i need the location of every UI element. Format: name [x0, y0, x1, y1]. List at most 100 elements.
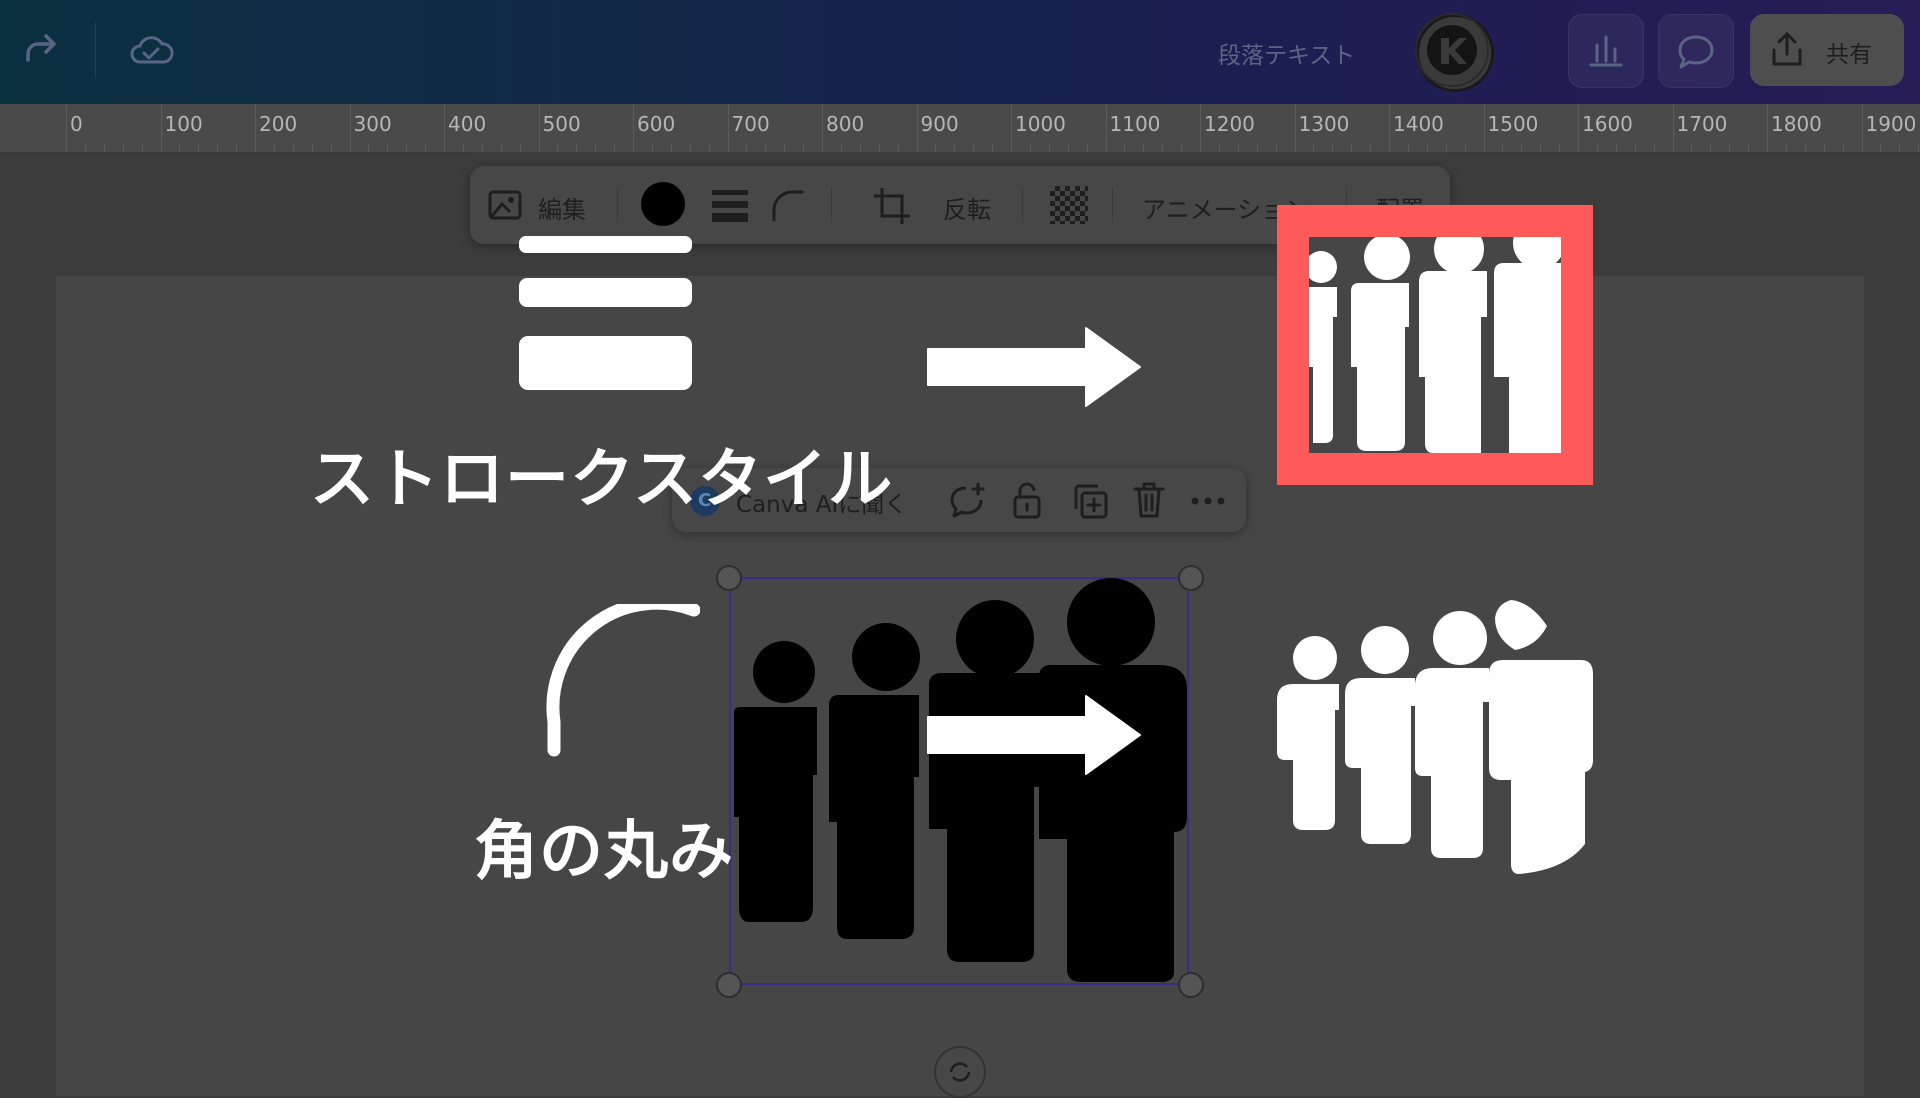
- ruler-minor-tick: [217, 144, 219, 152]
- ruler-major-tick: [66, 104, 67, 152]
- ruler-label: 1400: [1393, 112, 1444, 136]
- corner-rounding-caption: 角の丸み: [474, 815, 734, 889]
- ruler-minor-tick: [651, 144, 653, 152]
- ruler-major-tick: [444, 104, 445, 152]
- ruler-label: 1500: [1487, 112, 1539, 136]
- paragraph-text-label[interactable]: 段落テキスト: [1218, 36, 1355, 70]
- share-label: 共有: [1826, 42, 1872, 68]
- ruler-minor-tick: [1464, 144, 1466, 152]
- ruler-label: 900: [920, 112, 959, 136]
- ruler-label: 800: [826, 112, 865, 136]
- comments-button[interactable]: [1658, 14, 1734, 88]
- ruler-minor-tick: [368, 144, 370, 152]
- ruler-minor-tick: [878, 144, 880, 152]
- ruler-minor-tick: [1634, 144, 1636, 152]
- ruler-major-tick: [1861, 104, 1863, 152]
- insights-button[interactable]: [1568, 14, 1644, 88]
- trash-icon[interactable]: [1132, 480, 1166, 520]
- edit-label[interactable]: 編集: [538, 190, 586, 225]
- duplicate-icon[interactable]: [1070, 481, 1110, 521]
- ruler-label: 500: [542, 112, 581, 136]
- ruler-minor-tick: [406, 144, 408, 152]
- ruler-major-tick: [916, 104, 918, 152]
- share-button[interactable]: 共有: [1750, 14, 1904, 86]
- ruler-label: 200: [259, 112, 298, 136]
- ruler-minor-tick: [1313, 144, 1315, 152]
- flip-label[interactable]: 反転: [943, 190, 991, 225]
- ruler-minor-tick: [1710, 144, 1712, 152]
- redo-icon[interactable]: [20, 30, 62, 70]
- toolbar-divider: [617, 188, 618, 222]
- ruler-label: 1600: [1582, 112, 1633, 136]
- ruler-minor-tick: [859, 144, 861, 152]
- ruler-label: 0: [70, 112, 83, 136]
- ruler-minor-tick: [1559, 144, 1561, 152]
- ruler-minor-tick: [1351, 144, 1353, 152]
- ruler-minor-tick: [1899, 144, 1901, 152]
- corner-rounding-annotation-icon: [546, 604, 700, 757]
- ruler-major-tick: [1105, 104, 1107, 152]
- ruler-major-tick: [1200, 104, 1201, 152]
- ruler-minor-tick: [500, 144, 502, 152]
- ruler-minor-tick: [141, 144, 143, 152]
- avatar-badge[interactable]: [1415, 13, 1494, 92]
- ruler-minor-tick: [1842, 144, 1844, 152]
- ruler-minor-tick: [481, 144, 483, 152]
- ruler-major-tick: [1294, 104, 1296, 152]
- arrow-right-icon: [927, 695, 1141, 775]
- ruler-minor-tick: [1332, 144, 1334, 152]
- ruler-minor-tick: [1143, 144, 1145, 152]
- ruler-minor-tick: [1048, 144, 1050, 152]
- ruler-label: 300: [353, 112, 392, 136]
- ruler-minor-tick: [897, 144, 899, 152]
- ruler-label: 400: [448, 112, 487, 136]
- ruler-minor-tick: [1615, 144, 1617, 152]
- ruler-major-tick: [1672, 104, 1674, 152]
- stroke-style-icon[interactable]: [712, 188, 748, 222]
- ruler-minor-tick: [708, 144, 710, 152]
- ruler-minor-tick: [1256, 144, 1258, 152]
- ruler-minor-tick: [557, 144, 559, 152]
- edit-image-icon[interactable]: [486, 186, 526, 226]
- ruler-label: 600: [637, 112, 676, 136]
- ruler-minor-tick: [311, 144, 313, 152]
- people-group-graphic[interactable]: [729, 577, 1189, 985]
- ruler-major-tick: [160, 104, 162, 152]
- ruler-label: 700: [731, 112, 770, 136]
- ruler-minor-tick: [1918, 144, 1920, 152]
- ruler-minor-tick: [198, 144, 200, 152]
- ruler-minor-tick: [1691, 144, 1693, 152]
- stroke-style-caption: ストロークスタイル: [310, 443, 894, 517]
- ruler-minor-tick: [1729, 144, 1731, 152]
- ruler-minor-tick: [462, 144, 464, 152]
- rotate-handle[interactable]: [934, 1046, 986, 1098]
- crop-icon[interactable]: [872, 186, 912, 226]
- people-rounded-graphic: [1277, 600, 1593, 874]
- top-bar: 段落テキスト 共有: [0, 0, 1920, 104]
- toolbar-divider: [1022, 188, 1023, 222]
- ruler-minor-tick: [670, 144, 672, 152]
- ruler-minor-tick: [1596, 144, 1598, 152]
- comment-add-icon[interactable]: [948, 482, 988, 520]
- ruler-minor-tick: [273, 144, 275, 152]
- ruler-minor-tick: [1218, 144, 1220, 152]
- corner-rounding-icon[interactable]: [770, 186, 806, 224]
- ruler-label: 1900: [1865, 112, 1917, 136]
- topbar-divider: [95, 22, 96, 78]
- ruler-label: 1200: [1204, 112, 1255, 136]
- highlight-frame-inner: [1309, 237, 1561, 453]
- cloud-saved-icon[interactable]: [128, 30, 174, 70]
- lock-icon[interactable]: [1010, 480, 1044, 520]
- ruler-major-tick: [1578, 104, 1579, 152]
- ruler-minor-tick: [103, 144, 105, 152]
- ruler-minor-tick: [614, 144, 616, 152]
- more-icon[interactable]: [1190, 496, 1226, 506]
- ruler-minor-tick: [1370, 144, 1372, 152]
- ruler-minor-tick: [576, 144, 578, 152]
- color-swatch-icon[interactable]: [641, 182, 685, 226]
- ruler-minor-tick: [954, 144, 956, 152]
- ruler-minor-tick: [1653, 144, 1655, 152]
- ruler-label: 1100: [1109, 112, 1161, 136]
- transparency-icon[interactable]: [1050, 186, 1088, 224]
- ruler-major-tick: [538, 104, 540, 152]
